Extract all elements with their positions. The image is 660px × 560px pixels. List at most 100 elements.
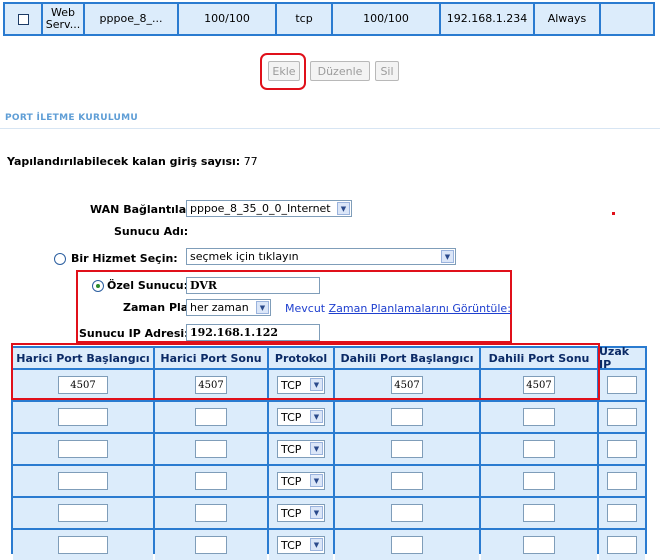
- table-cell: [13, 402, 153, 432]
- table-cell: TCP ▼: [269, 434, 333, 464]
- ext-end-input[interactable]: [195, 504, 227, 522]
- remote-input[interactable]: [607, 376, 637, 394]
- table-cell: [335, 498, 479, 528]
- remaining-label: Yapılandırılabilecek kalan giriş sayısı:: [7, 155, 241, 168]
- table-cell: [13, 466, 153, 496]
- int-port-cell: 100/100: [333, 4, 439, 34]
- int-start-input[interactable]: [391, 472, 423, 490]
- ext-start-input[interactable]: [58, 408, 108, 426]
- ext-start-input[interactable]: [58, 472, 108, 490]
- remaining-entries: Yapılandırılabilecek kalan giriş sayısı:…: [7, 155, 258, 168]
- schedule-value: Always: [547, 12, 587, 25]
- ext-port-cell: 100/100: [179, 4, 275, 34]
- int-start-input[interactable]: [391, 536, 423, 554]
- service-value: seçmek için tıklayın: [190, 250, 299, 263]
- link-text: Zaman Planlamalarını Görüntüle:: [328, 302, 511, 315]
- int-start-input[interactable]: [391, 408, 423, 426]
- int-end-input[interactable]: [523, 536, 555, 554]
- protocol-value: TCP: [281, 442, 302, 456]
- table-cell: [155, 434, 267, 464]
- protocol-cell: tcp: [277, 4, 331, 34]
- protocol-select[interactable]: TCP ▼: [277, 504, 325, 522]
- table-cell: [335, 466, 479, 496]
- service-name-cell: Web Serv...: [43, 4, 83, 34]
- service-radio[interactable]: [54, 253, 66, 265]
- table-cell: [335, 402, 479, 432]
- schedule-select[interactable]: her zaman ▼: [186, 299, 271, 316]
- table-cell: [599, 466, 645, 496]
- table-cell: [481, 530, 597, 560]
- ext-start-input[interactable]: [58, 440, 108, 458]
- view-schedules-link[interactable]: Mevcut Zaman Planlamalarını Görüntüle:: [285, 302, 511, 315]
- ext-end-input[interactable]: [195, 440, 227, 458]
- protocol-select[interactable]: TCP ▼: [277, 440, 325, 458]
- service-select[interactable]: seçmek için tıklayın ▼: [186, 248, 456, 265]
- custom-server-radio[interactable]: [92, 280, 104, 292]
- row-select-cell: [5, 4, 41, 34]
- protocol-value: TCP: [281, 474, 302, 488]
- table-cell: [335, 530, 479, 560]
- int-port-range: 100/100: [363, 12, 409, 25]
- delete-button[interactable]: Sil: [375, 61, 399, 81]
- wan-select[interactable]: pppoe_8_35_0_0_Internet ▼: [186, 200, 352, 217]
- table-cell: [599, 434, 645, 464]
- connection-name: pppoe_8_...: [99, 12, 163, 25]
- server-ip-label: Sunucu IP Adresi:: [79, 327, 189, 340]
- chevron-down-icon: ▼: [310, 538, 323, 551]
- ext-end-input[interactable]: [195, 536, 227, 554]
- protocol-value: TCP: [281, 506, 302, 520]
- protocol-select[interactable]: TCP ▼: [277, 472, 325, 490]
- table-cell: [481, 402, 597, 432]
- table-cell: [13, 498, 153, 528]
- custom-server-input[interactable]: DVR: [186, 277, 320, 294]
- remaining-value: 77: [243, 155, 258, 168]
- chevron-down-icon: ▼: [337, 202, 350, 215]
- protocol-select[interactable]: TCP ▼: [277, 536, 325, 554]
- table-cell: [599, 402, 645, 432]
- empty-cell: [601, 4, 653, 34]
- ext-end-input[interactable]: [195, 472, 227, 490]
- int-end-input[interactable]: [523, 472, 555, 490]
- ext-start-input[interactable]: [58, 536, 108, 554]
- section-divider: [0, 128, 660, 129]
- protocol-select[interactable]: TCP ▼: [277, 408, 325, 426]
- service-name: Web Serv...: [45, 6, 81, 31]
- edit-button[interactable]: Düzenle: [310, 61, 370, 81]
- port-row-highlight: [11, 343, 600, 400]
- table-cell: [335, 434, 479, 464]
- remote-input[interactable]: [607, 536, 637, 554]
- table-cell: [155, 466, 267, 496]
- int-start-input[interactable]: [391, 440, 423, 458]
- chevron-down-icon: ▼: [310, 506, 323, 519]
- chevron-down-icon: ▼: [256, 301, 269, 314]
- ext-end-input[interactable]: [195, 408, 227, 426]
- service-label: Bir Hizmet Seçin:: [71, 252, 178, 265]
- custom-server-label: Özel Sunucu:: [107, 279, 188, 292]
- chevron-down-icon: ▼: [310, 442, 323, 455]
- int-end-input[interactable]: [523, 408, 555, 426]
- int-start-input[interactable]: [391, 504, 423, 522]
- remote-input[interactable]: [607, 440, 637, 458]
- server-name-label: Sunucu Adı:: [114, 225, 189, 238]
- connection-cell: pppoe_8_...: [85, 4, 177, 34]
- row-checkbox[interactable]: [17, 13, 29, 25]
- remote-input[interactable]: [607, 504, 637, 522]
- table-cell: [155, 530, 267, 560]
- table-cell: [481, 434, 597, 464]
- table-cell: TCP ▼: [269, 498, 333, 528]
- table-cell: [13, 530, 153, 560]
- table-cell: [599, 530, 645, 560]
- remote-input[interactable]: [607, 408, 637, 426]
- table-cell: [13, 434, 153, 464]
- chevron-down-icon: ▼: [441, 250, 454, 263]
- ext-start-input[interactable]: [58, 504, 108, 522]
- server-ip: 192.168.1.234: [446, 12, 528, 25]
- int-end-input[interactable]: [523, 440, 555, 458]
- table-cell: [155, 498, 267, 528]
- remote-input[interactable]: [607, 472, 637, 490]
- server-ip-input[interactable]: 192.168.1.122: [186, 324, 320, 341]
- ext-port-range: 100/100: [204, 12, 250, 25]
- protocol-value: TCP: [281, 410, 302, 424]
- int-end-input[interactable]: [523, 504, 555, 522]
- ip-cell: 192.168.1.234: [441, 4, 533, 34]
